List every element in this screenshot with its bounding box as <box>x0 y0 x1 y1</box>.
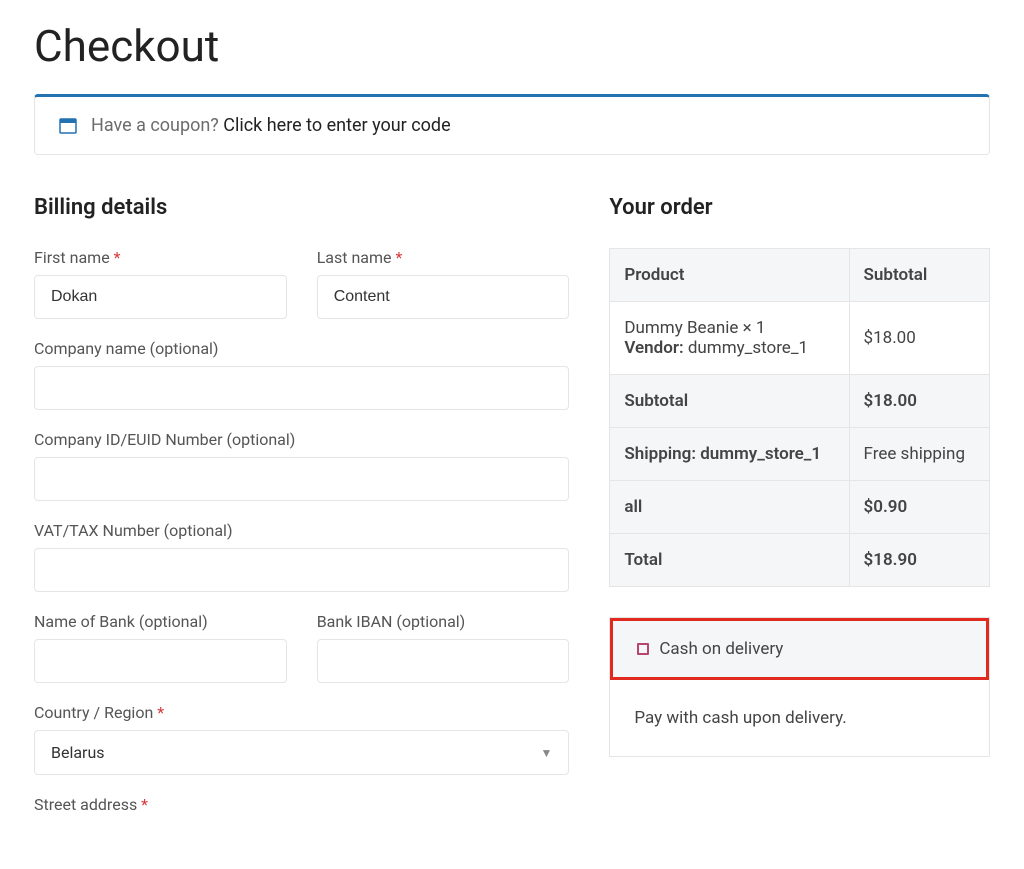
header-product: Product <box>610 249 849 302</box>
chevron-down-icon: ▼ <box>540 746 552 760</box>
payment-option-cod[interactable]: Cash on delivery <box>610 618 989 680</box>
shipping-value: Free shipping <box>849 428 989 481</box>
coupon-prompt: Have a coupon? <box>91 115 223 136</box>
first-name-input[interactable] <box>34 275 287 319</box>
item-price: $18.00 <box>849 302 989 375</box>
country-value: Belarus <box>51 743 105 762</box>
vat-input[interactable] <box>34 548 569 592</box>
table-row: Shipping: dummy_store_1 Free shipping <box>610 428 990 481</box>
table-header-row: Product Subtotal <box>610 249 990 302</box>
item-name: Dummy Beanie × 1 <box>624 318 834 338</box>
company-label: Company name (optional) <box>34 339 569 358</box>
street-address-label: Street address * <box>34 795 569 814</box>
bank-name-input[interactable] <box>34 639 287 683</box>
subtotal-value: $18.00 <box>849 375 989 428</box>
company-id-label: Company ID/EUID Number (optional) <box>34 430 569 449</box>
bank-name-label: Name of Bank (optional) <box>34 612 287 631</box>
order-table: Product Subtotal Dummy Beanie × 1 Vendor… <box>609 248 990 587</box>
last-name-input[interactable] <box>317 275 570 319</box>
vendor-name: dummy_store_1 <box>688 338 808 358</box>
country-select[interactable]: Belarus ▼ <box>34 730 569 775</box>
page-title: Checkout <box>34 20 990 72</box>
vendor-label: Vendor: <box>624 338 687 358</box>
last-name-label: Last name * <box>317 248 570 267</box>
product-cell: Dummy Beanie × 1 Vendor: dummy_store_1 <box>610 302 849 375</box>
subtotal-label: Subtotal <box>610 375 849 428</box>
table-row: all $0.90 <box>610 481 990 534</box>
billing-title: Billing details <box>34 195 569 220</box>
radio-icon <box>637 643 649 655</box>
window-icon <box>59 117 77 135</box>
country-label: Country / Region * <box>34 703 569 722</box>
payment-method-label: Cash on delivery <box>659 639 783 659</box>
table-row: Total $18.90 <box>610 534 990 587</box>
first-name-label: First name * <box>34 248 287 267</box>
payment-methods: Cash on delivery Pay with cash upon deli… <box>609 617 990 757</box>
order-title: Your order <box>609 195 990 220</box>
vat-label: VAT/TAX Number (optional) <box>34 521 569 540</box>
total-value: $18.90 <box>849 534 989 587</box>
payment-description: Pay with cash upon delivery. <box>610 680 989 756</box>
table-row: Dummy Beanie × 1 Vendor: dummy_store_1 $… <box>610 302 990 375</box>
table-row: Subtotal $18.00 <box>610 375 990 428</box>
coupon-link[interactable]: Click here to enter your code <box>223 115 450 136</box>
bank-iban-label: Bank IBAN (optional) <box>317 612 570 631</box>
all-value: $0.90 <box>849 481 989 534</box>
bank-iban-input[interactable] <box>317 639 570 683</box>
company-input[interactable] <box>34 366 569 410</box>
shipping-label: Shipping: dummy_store_1 <box>610 428 849 481</box>
coupon-text: Have a coupon? Click here to enter your … <box>91 115 451 136</box>
all-label: all <box>610 481 849 534</box>
total-label: Total <box>610 534 849 587</box>
company-id-input[interactable] <box>34 457 569 501</box>
coupon-notice: Have a coupon? Click here to enter your … <box>34 94 990 155</box>
header-subtotal: Subtotal <box>849 249 989 302</box>
